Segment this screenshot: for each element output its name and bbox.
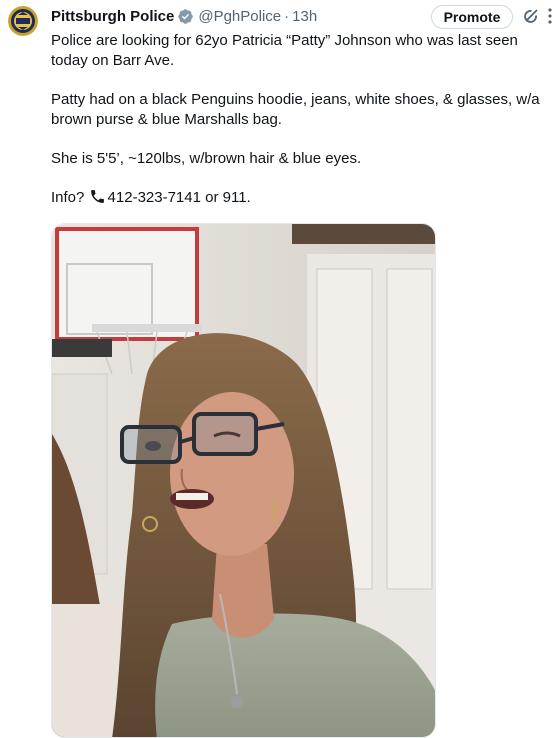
tweet-photo[interactable] bbox=[51, 223, 436, 738]
more-icon[interactable] bbox=[545, 6, 555, 26]
author-handle[interactable]: @PghPolice bbox=[198, 8, 281, 25]
tweet-paragraph: Patty had on a black Penguins hoodie, je… bbox=[51, 91, 540, 128]
phone-icon bbox=[89, 188, 106, 211]
avatar[interactable] bbox=[8, 6, 38, 36]
promote-button[interactable]: Promote bbox=[431, 5, 513, 29]
verified-badge-icon bbox=[177, 8, 194, 25]
tweet-paragraph: She is 5'5’, ~120lbs, w/brown hair & blu… bbox=[51, 150, 362, 167]
separator-dot: · bbox=[284, 7, 290, 25]
info-prefix: Info? bbox=[51, 189, 85, 206]
info-phone-text[interactable]: 412-323-7141 or 911. bbox=[108, 189, 251, 206]
tweet-paragraph: Police are looking for 62yo Patricia “Pa… bbox=[51, 32, 518, 69]
tweet-info-line: Info? 412-323-7141 or 911. bbox=[51, 188, 546, 211]
tweet-text: Police are looking for 62yo Patricia “Pa… bbox=[51, 31, 546, 211]
timestamp[interactable]: 13h bbox=[292, 8, 317, 25]
missing-person-photo bbox=[52, 224, 435, 737]
police-badge-icon bbox=[8, 6, 38, 36]
author-name[interactable]: Pittsburgh Police bbox=[51, 8, 174, 25]
grok-icon[interactable] bbox=[522, 6, 542, 26]
